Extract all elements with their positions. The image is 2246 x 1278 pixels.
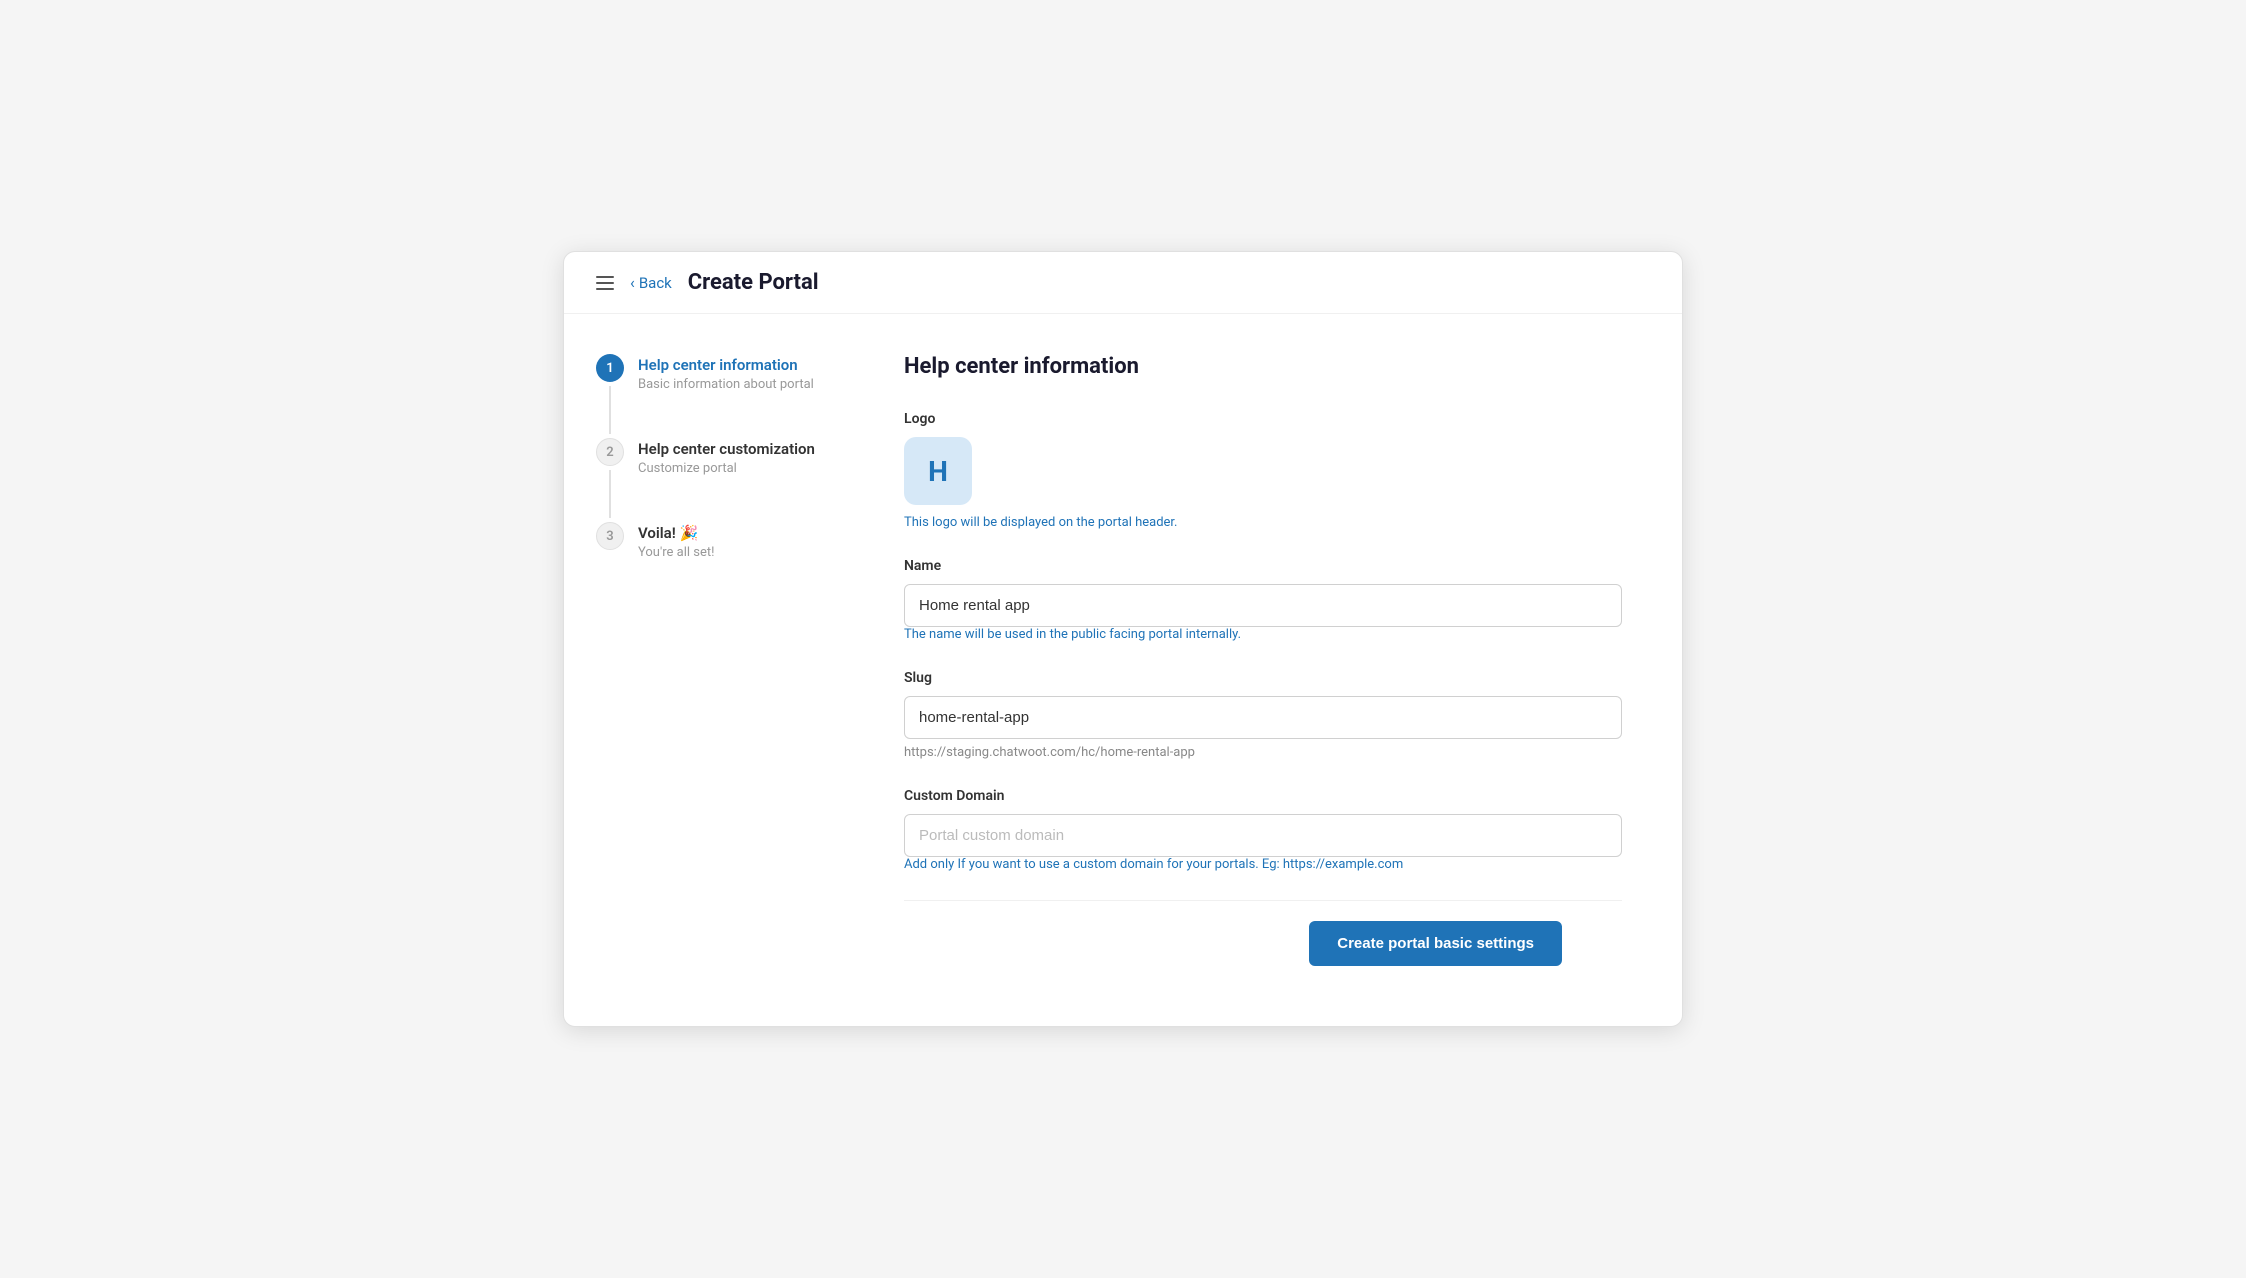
sidebar: 1 Help center information Basic informat… [564,354,864,986]
custom-domain-hint: Add only If you want to use a custom dom… [904,857,1622,872]
step-3-connector: 3 [596,522,624,550]
name-hint: The name will be used in the public faci… [904,627,1622,642]
step-1-description: Basic information about portal [638,377,814,392]
step-1-circle: 1 [596,354,624,382]
form-heading: Help center information [904,354,1622,379]
step-3-description: You're all set! [638,545,714,560]
step-2-circle: 2 [596,438,624,466]
step-2-text: Help center customization Customize port… [638,438,815,492]
page-title: Create Portal [688,270,819,295]
logo-label: Logo [904,411,1622,427]
custom-domain-input[interactable] [904,814,1622,857]
step-3-label: Voila! 🎉 [638,524,714,542]
step-2-label: Help center customization [638,440,815,458]
logo-hint: This logo will be displayed on the porta… [904,515,1622,530]
step-1-row: 1 Help center information Basic informat… [596,354,832,438]
form-area: Help center information Logo H This logo… [864,354,1682,986]
step-2-row: 2 Help center customization Customize po… [596,438,832,522]
back-label: Back [639,274,672,292]
step-1-text: Help center information Basic informatio… [638,354,814,408]
name-section: Name The name will be used in the public… [904,558,1622,642]
chevron-left-icon: ‹ [630,273,635,292]
main-content: 1 Help center information Basic informat… [564,314,1682,1026]
step-3-circle: 3 [596,522,624,550]
header: ‹ Back Create Portal [564,252,1682,314]
custom-domain-label: Custom Domain [904,788,1622,804]
name-label: Name [904,558,1622,574]
slug-label: Slug [904,670,1622,686]
step-3-text: Voila! 🎉 You're all set! [638,522,714,576]
step-2-line [609,470,611,518]
step-2-connector: 2 [596,438,624,522]
hamburger-menu-icon[interactable] [592,272,618,294]
name-input[interactable] [904,584,1622,627]
steps-list: 1 Help center information Basic informat… [596,354,832,576]
step-1-line [609,386,611,434]
back-button[interactable]: ‹ Back [630,273,672,292]
logo-section: Logo H This logo will be displayed on th… [904,411,1622,530]
slug-section: Slug https://staging.chatwoot.com/hc/hom… [904,670,1622,760]
step-3-row: 3 Voila! 🎉 You're all set! [596,522,832,576]
step-2-description: Customize portal [638,461,815,476]
step-1-label: Help center information [638,356,814,374]
app-window: ‹ Back Create Portal 1 Help center infor [563,251,1683,1027]
footer-bar: Create portal basic settings [904,900,1622,986]
custom-domain-section: Custom Domain Add only If you want to us… [904,788,1622,872]
create-portal-button[interactable]: Create portal basic settings [1309,921,1562,966]
step-1-connector: 1 [596,354,624,438]
slug-url-hint: https://staging.chatwoot.com/hc/home-ren… [904,745,1622,760]
logo-preview[interactable]: H [904,437,972,505]
slug-input[interactable] [904,696,1622,739]
